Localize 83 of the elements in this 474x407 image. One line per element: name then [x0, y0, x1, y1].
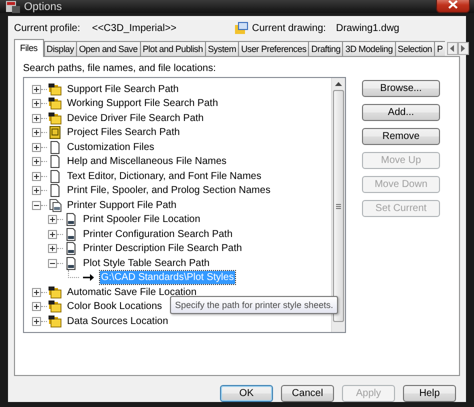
- tab[interactable]: Open and Save: [76, 41, 140, 56]
- drawing-label: Current drawing:: [252, 22, 327, 34]
- plot-file-icon: [64, 242, 78, 256]
- close-button[interactable]: [436, 0, 470, 12]
- folders-icon: [48, 314, 62, 328]
- expand-icon[interactable]: [32, 186, 41, 196]
- expand-icon[interactable]: [48, 230, 57, 239]
- document-icon: [48, 184, 62, 198]
- expand-icon[interactable]: [32, 84, 41, 94]
- tab[interactable]: 3D Modeling: [342, 41, 395, 56]
- drawing-icon: [235, 22, 248, 34]
- dialog-button[interactable]: Cancel: [281, 385, 334, 402]
- collapse-icon[interactable]: [48, 258, 57, 268]
- expand-icon[interactable]: [32, 99, 41, 108]
- tab[interactable]: P: [434, 41, 445, 56]
- tab[interactable]: Display: [44, 41, 76, 56]
- tree-item[interactable]: Project Files Search Path: [66, 126, 181, 140]
- expand-icon[interactable]: [48, 244, 57, 254]
- tree-item[interactable]: Plot Style Table Search Path: [82, 256, 211, 270]
- expand-icon[interactable]: [32, 172, 41, 181]
- expand-icon[interactable]: [32, 142, 41, 152]
- tab[interactable]: User Preferences: [238, 41, 308, 56]
- scroll-up-icon[interactable]: [335, 82, 342, 86]
- tab-scroll-button[interactable]: [446, 42, 458, 55]
- app-icon: [6, 0, 20, 13]
- document-icon: [48, 140, 62, 154]
- folders-icon: [48, 97, 62, 110]
- tree-item[interactable]: Help and Miscellaneous File Names: [66, 155, 228, 168]
- drawing-value: Drawing1.dwg: [336, 22, 400, 34]
- folders-icon: [48, 112, 62, 125]
- expand-icon[interactable]: [48, 215, 57, 224]
- tab-scroll-button[interactable]: [458, 42, 469, 55]
- grip-icon: [336, 204, 341, 208]
- expand-icon[interactable]: [32, 128, 41, 138]
- tree-item[interactable]: Color Book Locations: [66, 300, 164, 314]
- close-icon: [448, 0, 458, 9]
- tree-item[interactable]: Print Spooler File Location: [82, 213, 202, 226]
- tab[interactable]: Files: [14, 39, 44, 57]
- project-file-icon: [48, 126, 62, 140]
- tab[interactable]: Drafting: [308, 41, 342, 56]
- profile-value: <<C3D_Imperial>>: [92, 22, 178, 34]
- scroll-thumb[interactable]: [333, 90, 344, 322]
- tree-item[interactable]: Data Sources Location: [66, 314, 170, 328]
- tab[interactable]: Selection: [394, 41, 434, 56]
- profile-label: Current profile:: [14, 22, 82, 34]
- document-icon: [48, 155, 62, 168]
- left-arrow-icon: [450, 45, 454, 52]
- dialog-button[interactable]: Add...: [362, 104, 440, 121]
- tab[interactable]: Plot and Publish: [140, 41, 205, 56]
- dialog-button[interactable]: Remove: [362, 128, 440, 145]
- dialog-button[interactable]: Help: [403, 385, 456, 402]
- right-arrow-icon: [461, 45, 466, 52]
- tree-item[interactable]: Support File Search Path: [66, 82, 180, 96]
- tree-item[interactable]: Customization Files: [66, 140, 156, 154]
- dialog-button[interactable]: Browse...: [362, 80, 440, 97]
- tree-item[interactable]: Automatic Save File Location: [66, 286, 198, 299]
- expand-icon[interactable]: [32, 157, 41, 166]
- expand-icon[interactable]: [32, 316, 41, 326]
- dialog-button[interactable]: OK: [220, 385, 273, 402]
- tab[interactable]: System: [204, 41, 238, 56]
- scrollbar[interactable]: [331, 78, 345, 332]
- tree-item[interactable]: Printer Description File Search Path: [82, 242, 243, 256]
- folders-icon: [48, 82, 62, 96]
- tree-item[interactable]: Print File, Spooler, and Prolog Section Names: [66, 184, 272, 198]
- plot-file-icon: [64, 228, 78, 241]
- tree-item[interactable]: Printer Configuration Search Path: [82, 228, 234, 241]
- expand-icon[interactable]: [32, 288, 41, 297]
- tree-item[interactable]: Printer Support File Path: [66, 198, 178, 212]
- documents-icon: [48, 198, 62, 212]
- tooltip: Specify the path for printer style sheets.: [170, 296, 338, 314]
- tree-item[interactable]: Device Driver File Search Path: [66, 112, 205, 125]
- tree-item[interactable]: Text Editor, Dictionary, and Font File Names: [66, 170, 262, 183]
- document-icon: [48, 170, 62, 183]
- folders-icon: [48, 286, 62, 299]
- tree-label: Search paths, file names, and file locations:: [23, 63, 217, 74]
- expand-icon[interactable]: [32, 302, 41, 312]
- plot-file-icon: [64, 213, 78, 226]
- tree-item[interactable]: Working Support File Search Path: [66, 97, 220, 110]
- folders-icon: [48, 300, 62, 314]
- collapse-icon[interactable]: [32, 200, 41, 210]
- expand-icon[interactable]: [32, 114, 41, 123]
- plot-file-icon: [64, 256, 78, 270]
- window-title: Options: [24, 0, 62, 12]
